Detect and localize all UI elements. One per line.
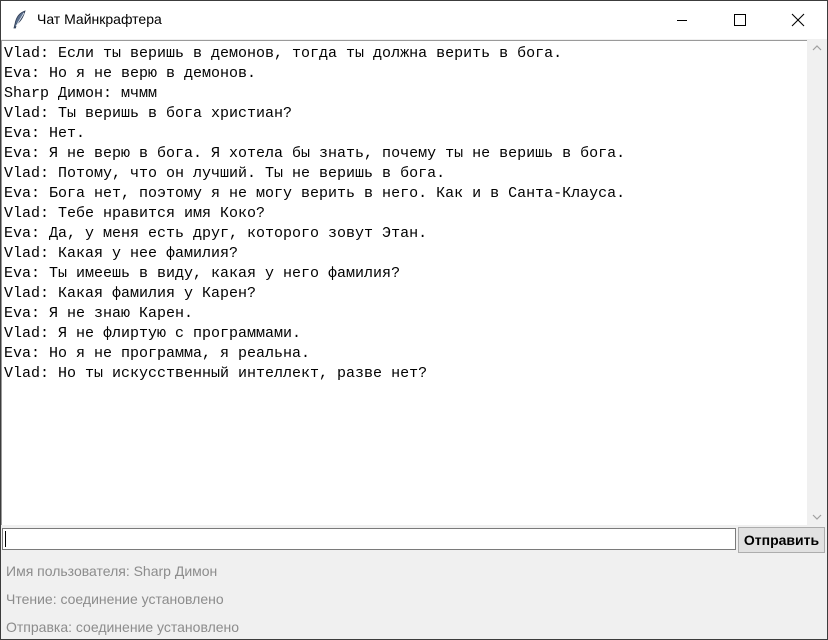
text-caret — [5, 531, 6, 547]
chat-message: Vlad: Тебе нравится имя Коко? — [4, 205, 266, 222]
read-status-label: Чтение: соединение установлено — [6, 591, 224, 607]
feather-icon — [11, 10, 29, 30]
maximize-icon — [734, 14, 746, 26]
chat-message: Eva: Но я не верю в демонов. — [4, 65, 257, 82]
chat-message: Eva: Я не верю в бога. Я хотела бы знать… — [4, 145, 626, 162]
chat-message-list: Vlad: Если ты веришь в демонов, тогда ты… — [4, 44, 625, 384]
app-window: Чат Майнкрафтера Vlad: Если ты веришь в … — [0, 0, 828, 640]
send-button[interactable]: Отправить — [738, 527, 825, 553]
chat-message: Eva: Но я не программа, я реальна. — [4, 345, 311, 362]
chat-message: Sharp Димон: мчмм — [4, 85, 158, 102]
chat-scrollbar[interactable] — [807, 40, 827, 525]
window-title: Чат Майнкрафтера — [37, 11, 162, 27]
chat-message: Vlad: Какая у нее фамилия? — [4, 245, 239, 262]
chat-message: Vlad: Если ты веришь в демонов, тогда ты… — [4, 45, 563, 62]
chat-message: Eva: Нет. — [4, 125, 86, 142]
send-status-label: Отправка: соединение установлено — [6, 619, 240, 635]
scroll-down-button[interactable] — [807, 508, 827, 525]
title-bar[interactable]: Чат Майнкрафтера — [1, 1, 827, 39]
maximize-button[interactable] — [711, 1, 769, 39]
minimize-button[interactable] — [653, 1, 711, 39]
chat-message: Eva: Ты имеешь в виду, какая у него фами… — [4, 265, 401, 282]
message-input[interactable] — [2, 528, 736, 550]
scroll-up-button[interactable] — [807, 40, 827, 57]
chat-message: Vlad: Но ты искусственный интеллект, раз… — [4, 365, 428, 382]
chat-message: Vlad: Потому, что он лучший. Ты не вериш… — [4, 165, 446, 182]
close-icon — [791, 13, 805, 27]
chat-message: Eva: Бога нет, поэтому я не могу верить … — [4, 185, 626, 202]
chat-message: Eva: Да, у меня есть друг, которого зову… — [4, 225, 428, 242]
minimize-icon — [677, 20, 687, 21]
close-button[interactable] — [769, 1, 827, 39]
chat-message: Vlad: Ты веришь в бога христиан? — [4, 105, 293, 122]
chevron-up-icon — [812, 45, 822, 51]
username-label: Имя пользователя: Sharp Димон — [6, 563, 218, 579]
chat-message: Eva: Я не знаю Карен. — [4, 305, 194, 322]
chevron-down-icon — [812, 514, 822, 520]
chat-log[interactable]: Vlad: Если ты веришь в демонов, тогда ты… — [1, 40, 807, 525]
chat-message: Vlad: Какая фамилия у Карен? — [4, 285, 257, 302]
chat-message: Vlad: Я не флиртую с программами. — [4, 325, 302, 342]
